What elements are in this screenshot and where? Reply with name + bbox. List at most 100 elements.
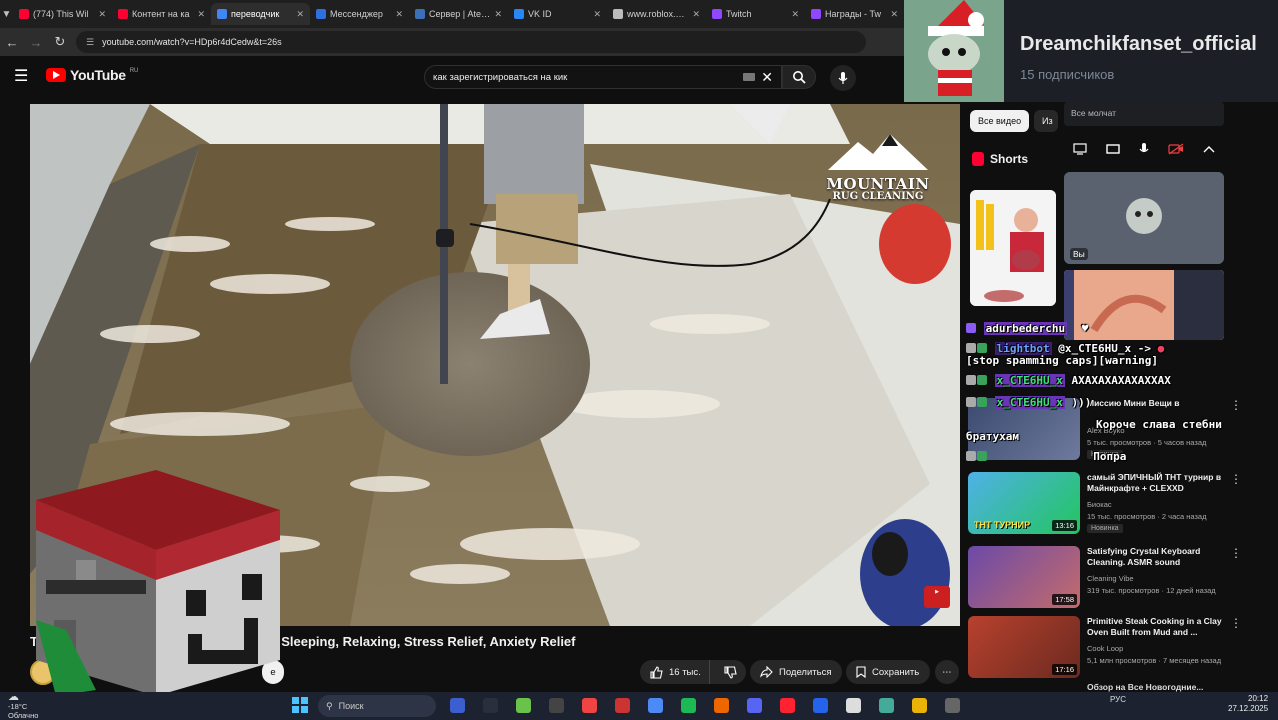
menu-icon[interactable]: ☰ bbox=[14, 68, 34, 86]
app-icon[interactable] bbox=[450, 698, 465, 713]
screen-share-icon[interactable] bbox=[1073, 143, 1087, 155]
browser-tab[interactable]: (774) This Wil ✕ bbox=[13, 3, 112, 25]
close-tab-icon[interactable]: ✕ bbox=[593, 9, 601, 20]
forward-icon[interactable]: → bbox=[24, 30, 48, 54]
video-menu-icon[interactable]: ⋮ bbox=[1230, 398, 1242, 412]
discord-voice-overlay: Все молчат Вы bbox=[1064, 102, 1224, 340]
close-tab-icon[interactable]: ✕ bbox=[395, 9, 403, 20]
video-menu-icon[interactable]: ⋮ bbox=[1230, 546, 1242, 560]
share-label: Поделиться bbox=[779, 666, 832, 678]
video-thumbnail[interactable]: 17:58 bbox=[968, 546, 1080, 608]
reload-icon[interactable]: ↻ bbox=[48, 30, 72, 54]
app-icon[interactable] bbox=[516, 698, 531, 713]
window-icon[interactable] bbox=[1106, 143, 1120, 155]
keyboard-icon[interactable] bbox=[743, 73, 755, 81]
chip-all-videos[interactable]: Все видео bbox=[970, 110, 1030, 132]
search-button[interactable] bbox=[782, 65, 816, 89]
browser-tab[interactable]: VK ID ✕ bbox=[508, 3, 607, 25]
bookmark-icon bbox=[856, 666, 866, 678]
like-button[interactable]: 16 тыс. bbox=[640, 660, 710, 684]
short-thumbnail[interactable] bbox=[970, 190, 1056, 306]
voice-search-button[interactable] bbox=[830, 65, 856, 91]
url-field[interactable]: ☰ youtube.com/watch?v=HDp6r4dCedw&t=26s bbox=[76, 31, 866, 53]
app-icon[interactable] bbox=[846, 698, 861, 713]
app-icon[interactable] bbox=[483, 698, 498, 713]
app-icon[interactable] bbox=[582, 698, 597, 713]
telegram-channel-avatar[interactable] bbox=[904, 0, 1004, 102]
browser-tab[interactable]: Мессенджер ✕ bbox=[310, 3, 409, 25]
tab-list-icon[interactable]: ▼ bbox=[0, 0, 13, 28]
close-tab-icon[interactable]: ✕ bbox=[692, 9, 700, 20]
app-icon[interactable] bbox=[945, 698, 960, 713]
close-tab-icon[interactable]: ✕ bbox=[890, 9, 898, 20]
recommended-video[interactable]: ТНТ ТУРНИР 13:16 самый ЭПИЧНЫЙ ТНТ турнир … bbox=[968, 472, 1268, 536]
taskbar-search-label: Поиск bbox=[338, 701, 364, 711]
search-input[interactable]: как зарегистрироваться на кик ✕ bbox=[424, 65, 782, 89]
firefox-icon[interactable] bbox=[714, 698, 729, 713]
minecraft-head-overlay bbox=[36, 470, 280, 696]
video-title[interactable]: самый ЭПИЧНЫЙ ТНТ турнир в Майнкрафте + … bbox=[1087, 472, 1227, 494]
partial-video-title[interactable]: Обзор на Все Новогодние... bbox=[1087, 682, 1203, 692]
telegram-icon[interactable] bbox=[813, 698, 828, 713]
browser-tab-strip: ▼ (774) This Wil ✕ Контент на ка ✕ переводчи… bbox=[0, 0, 904, 28]
chat-badge-icon bbox=[977, 397, 987, 407]
language-indicator[interactable]: РУС bbox=[1110, 695, 1126, 704]
windows-start-icon[interactable] bbox=[292, 697, 308, 713]
video-channel[interactable]: Cleaning Vibe bbox=[1087, 574, 1134, 583]
chat-text: братухам bbox=[966, 430, 1019, 443]
browser-tab[interactable]: Twitch ✕ bbox=[706, 3, 805, 25]
recommended-video[interactable]: 17:58 Satisfying Crystal Keyboard Cleanin… bbox=[968, 546, 1268, 610]
chip-from-channel[interactable]: Из bbox=[1034, 110, 1058, 132]
browser-tab[interactable]: Сервер | Aternos ✕ bbox=[409, 3, 508, 25]
taskbar-clock[interactable]: 20:12 27.12.2025 bbox=[1228, 694, 1268, 714]
video-thumbnail[interactable]: 17:16 bbox=[968, 616, 1080, 678]
chat-username: adurbederchu bbox=[983, 322, 1068, 335]
chevron-up-icon[interactable] bbox=[1203, 145, 1215, 153]
video-channel[interactable]: Биокас bbox=[1087, 500, 1112, 509]
app-icon[interactable] bbox=[549, 698, 564, 713]
app-icon[interactable] bbox=[780, 698, 795, 713]
discord-user-tile[interactable]: Вы bbox=[1064, 172, 1224, 264]
app-icon[interactable] bbox=[879, 698, 894, 713]
tab-label: Сервер | Aternos bbox=[429, 9, 490, 19]
subscribe-watermark-icon[interactable]: ▶ bbox=[924, 586, 950, 608]
weather-widget[interactable]: ☁ -18°C Облачно bbox=[8, 692, 38, 720]
video-meta: 5,1 млн просмотров · 7 месяцев назад bbox=[1087, 656, 1222, 665]
browser-tab[interactable]: www.roblox.com ✕ bbox=[607, 3, 706, 25]
site-info-icon[interactable]: ☰ bbox=[86, 37, 94, 48]
close-tab-icon[interactable]: ✕ bbox=[296, 9, 304, 20]
microphone-icon[interactable] bbox=[1139, 142, 1149, 156]
close-tab-icon[interactable]: ✕ bbox=[791, 9, 799, 20]
dislike-button[interactable] bbox=[716, 665, 745, 679]
camera-off-icon[interactable] bbox=[1168, 143, 1184, 155]
video-menu-icon[interactable]: ⋮ bbox=[1230, 472, 1242, 486]
search-icon bbox=[793, 71, 806, 84]
browser-tab[interactable]: Награды - Tw ✕ bbox=[805, 3, 904, 25]
video-channel[interactable]: Cook Loop bbox=[1087, 644, 1123, 653]
close-tab-icon[interactable]: ✕ bbox=[494, 9, 502, 20]
system-tray[interactable]: РУС bbox=[1110, 695, 1126, 704]
video-title[interactable]: Миссию Мини Вещи в bbox=[1087, 398, 1227, 409]
browser-tab[interactable]: Контент на ка ✕ bbox=[112, 3, 211, 25]
video-title[interactable]: Primitive Steak Cooking in a Clay Oven B… bbox=[1087, 616, 1227, 638]
youtube-logo[interactable]: YouTube RU bbox=[46, 67, 138, 83]
app-icon[interactable] bbox=[615, 698, 630, 713]
save-button[interactable]: Сохранить bbox=[846, 660, 930, 684]
chrome-icon[interactable] bbox=[648, 698, 663, 713]
more-actions-button[interactable]: ⋯ bbox=[935, 660, 959, 684]
video-menu-icon[interactable]: ⋮ bbox=[1230, 616, 1242, 630]
share-button[interactable]: Поделиться bbox=[750, 660, 842, 684]
close-tab-icon[interactable]: ✕ bbox=[197, 9, 205, 20]
back-icon[interactable]: ← bbox=[0, 30, 24, 54]
video-title[interactable]: Satisfying Crystal Keyboard Cleaning. AS… bbox=[1087, 546, 1227, 568]
browser-tab[interactable]: переводчик ✕ bbox=[211, 3, 310, 25]
recommended-video[interactable]: 17:16 Primitive Steak Cooking in a Clay O… bbox=[968, 616, 1268, 680]
close-tab-icon[interactable]: ✕ bbox=[98, 9, 106, 20]
discord-icon[interactable] bbox=[747, 698, 762, 713]
app-icon[interactable] bbox=[681, 698, 696, 713]
video-thumbnail[interactable]: ТНТ ТУРНИР 13:16 bbox=[968, 472, 1080, 534]
app-icon[interactable] bbox=[912, 698, 927, 713]
clear-search-icon[interactable]: ✕ bbox=[761, 69, 773, 86]
taskbar-search[interactable]: ⚲ Поиск bbox=[318, 695, 436, 717]
heart-icon: ♥ bbox=[1081, 322, 1089, 335]
